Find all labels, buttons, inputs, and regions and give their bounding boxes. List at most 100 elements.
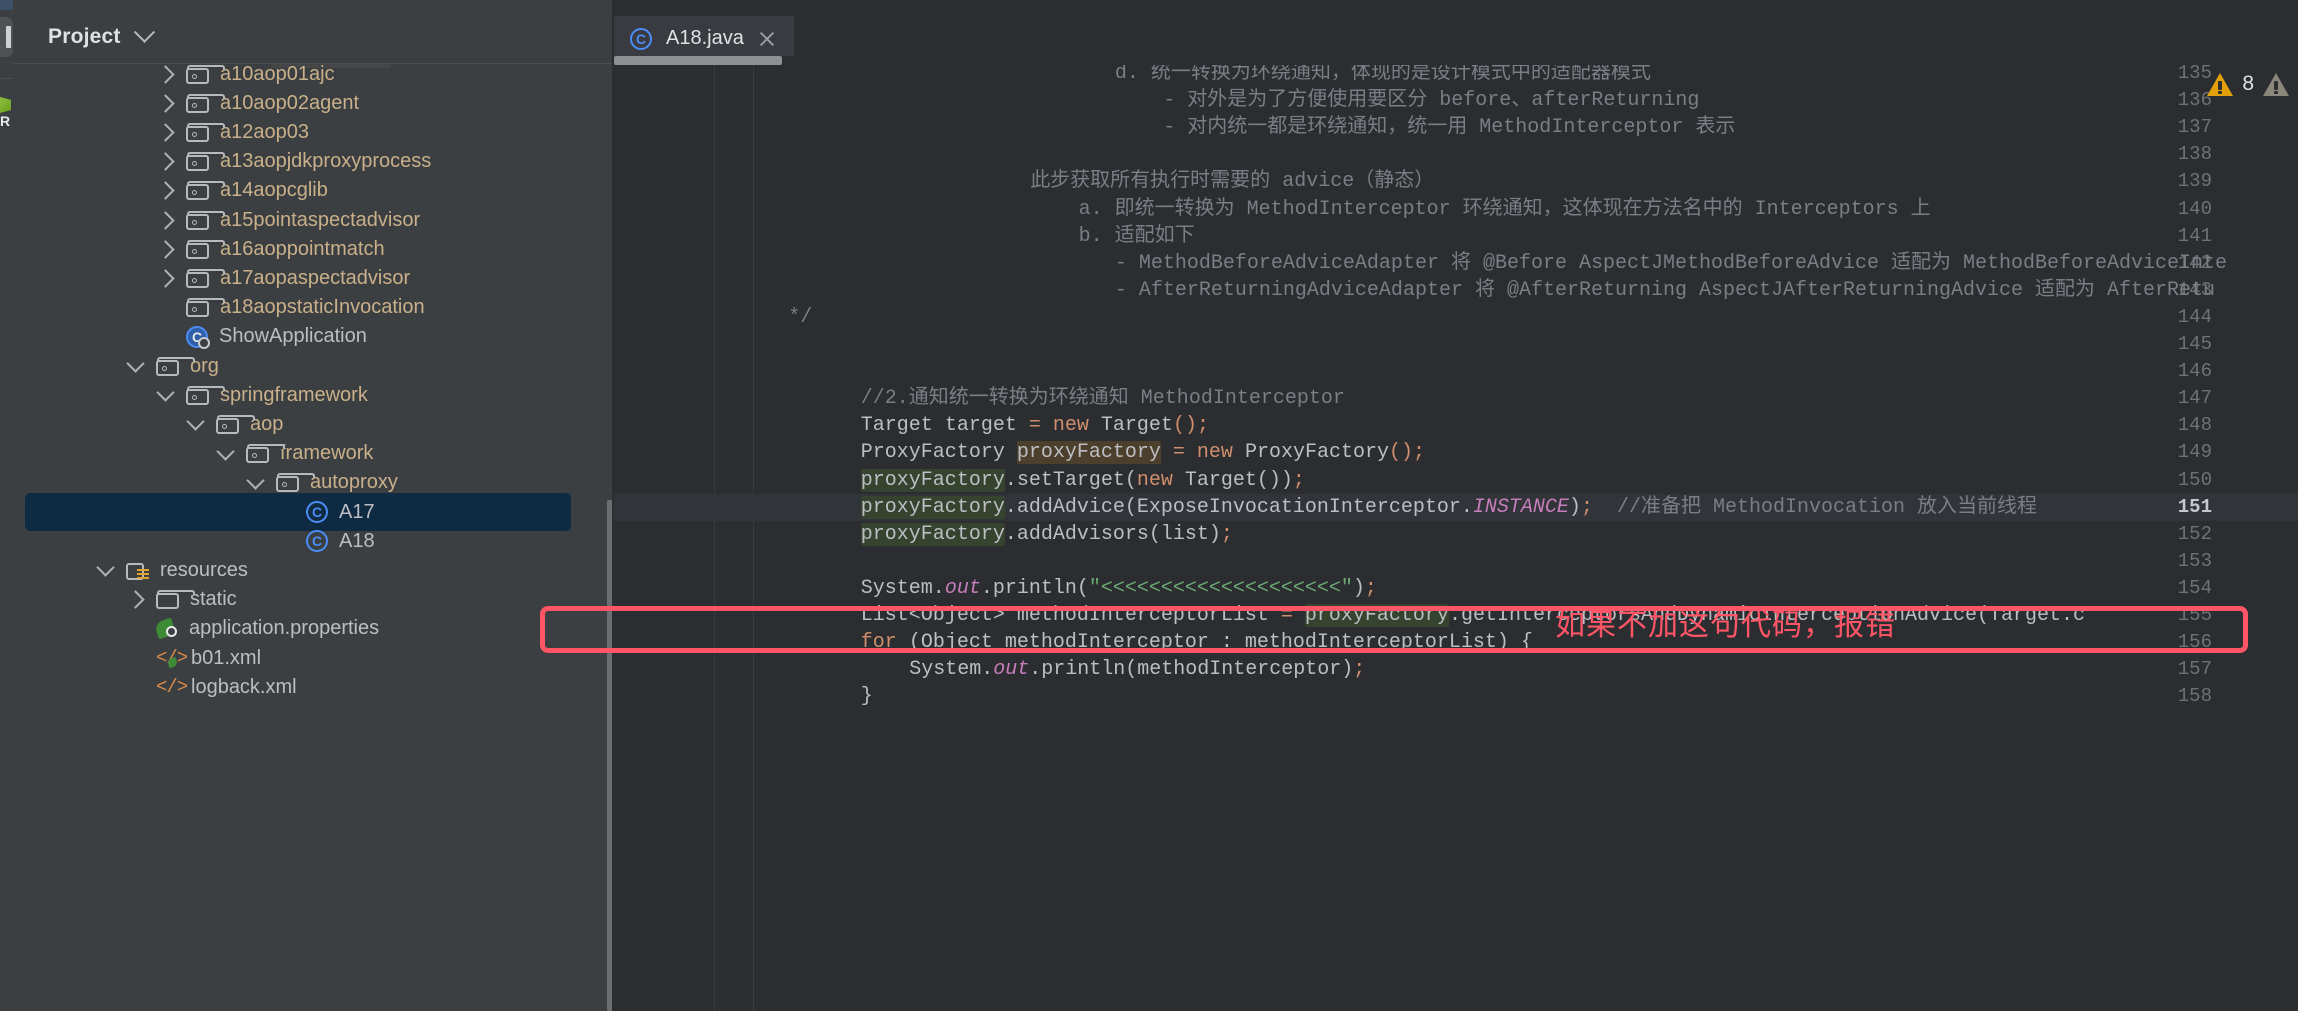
code-line[interactable]: List<Object> methodInterceptorList = pro… xyxy=(861,602,2085,629)
tree-item-label: a12aop03 xyxy=(220,120,309,143)
code-line[interactable]: d. 统一转换为环绕通知，体现的是设计模式中的适配器模式 xyxy=(1115,65,1651,87)
tree-item-label: a16aoppointmatch xyxy=(220,237,385,260)
code-line[interactable]: a. 即统一转换为 MethodInterceptor 环绕通知，这体现在方法名… xyxy=(1079,196,1931,223)
line-number[interactable]: 152 xyxy=(2152,521,2212,548)
warning-triangle-yellow-icon xyxy=(2207,72,2234,96)
code-line[interactable]: b. 适配如下 xyxy=(1079,223,1195,250)
tree-item-logback-xml[interactable]: </> logback.xml xyxy=(13,668,614,706)
chevron-right-icon[interactable] xyxy=(126,590,145,609)
tree-item-label: logback.xml xyxy=(191,675,297,698)
resources-folder-icon xyxy=(126,561,149,580)
code-line[interactable]: - MethodBeforeAdviceAdapter 将 @Before As… xyxy=(1115,250,2227,277)
chevron-down-icon[interactable] xyxy=(126,354,145,373)
line-number[interactable]: 148 xyxy=(2152,412,2212,439)
chevron-down-icon[interactable] xyxy=(96,558,115,578)
chevron-right-icon[interactable] xyxy=(156,93,175,113)
tree-arrow-placeholder xyxy=(279,535,292,548)
chevron-right-icon[interactable] xyxy=(156,239,175,259)
line-number[interactable]: 138 xyxy=(2152,141,2212,168)
line-number[interactable]: 139 xyxy=(2152,168,2212,195)
code-line[interactable]: System.out.println(methodInterceptor); xyxy=(909,656,1365,683)
line-number[interactable]: 153 xyxy=(2152,548,2212,575)
chevron-down-icon[interactable] xyxy=(133,21,155,43)
code-editor[interactable]: 135 d. 统一转换为环绕通知，体现的是设计模式中的适配器模式 136 - 对外是为… xyxy=(614,65,2298,1011)
line-number[interactable]: 146 xyxy=(2152,358,2212,385)
strip-letter: R xyxy=(0,113,11,129)
chevron-right-icon[interactable] xyxy=(156,152,175,171)
code-line[interactable]: //2.通知统一转换为环绕通知 MethodInterceptor xyxy=(861,385,1345,412)
inspection-widget[interactable]: 8 xyxy=(2207,72,2298,96)
line-number[interactable]: 136 xyxy=(2152,87,2212,114)
package-folder-icon xyxy=(186,210,225,230)
tree-arrow-placeholder xyxy=(129,622,142,635)
tree-item-label: ShowApplication xyxy=(219,325,367,348)
editor-tab-label: A18.java xyxy=(666,27,744,49)
project-tree[interactable]: a10aop01ajc a10aop02agent a12aop03 a13aopjd… xyxy=(13,64,614,1011)
line-number[interactable]: 151 xyxy=(2152,494,2212,521)
titlebar-sliver xyxy=(0,0,13,10)
spring-properties-icon xyxy=(153,617,178,640)
left-tool-strip: R xyxy=(0,0,13,1011)
project-panel-header[interactable]: Project xyxy=(13,10,614,63)
package-folder-icon xyxy=(246,444,285,464)
line-number[interactable]: 150 xyxy=(2152,467,2212,494)
tree-arrow-placeholder xyxy=(129,652,142,665)
code-line[interactable]: - 对外是为了方便使用要区分 before、afterReturning xyxy=(1163,87,1699,114)
chevron-right-icon[interactable] xyxy=(156,123,175,142)
code-line[interactable]: 此步获取所有执行时需要的 advice（静态） xyxy=(1030,168,1434,195)
close-icon[interactable] xyxy=(758,30,776,48)
tree-item-label: A18 xyxy=(339,529,375,552)
editor-horizontal-scrollbar[interactable] xyxy=(614,56,2298,65)
line-number[interactable]: 157 xyxy=(2152,656,2212,683)
code-line[interactable]: } xyxy=(861,683,873,710)
line-number[interactable]: 144 xyxy=(2152,304,2212,331)
line-number[interactable]: 158 xyxy=(2152,683,2212,710)
chevron-right-icon[interactable] xyxy=(156,181,175,200)
tree-item-label: aop xyxy=(250,412,284,435)
chevron-down-icon[interactable] xyxy=(246,471,265,490)
editor-gutter[interactable] xyxy=(614,65,755,1011)
code-line[interactable]: for (Object methodInterceptor : methodIn… xyxy=(861,629,1533,656)
tree-item-label: a17aopaspectadvisor xyxy=(220,266,411,289)
chevron-right-icon[interactable] xyxy=(156,269,175,288)
java-class-icon: C xyxy=(306,501,328,523)
chevron-down-icon[interactable] xyxy=(186,412,205,432)
code-line[interactable]: proxyFactory.setTarget(new Target()); xyxy=(860,467,1305,494)
line-number[interactable]: 155 xyxy=(2152,602,2212,629)
code-line[interactable]: ProxyFactory proxyFactory = new ProxyFac… xyxy=(861,439,1425,466)
line-number[interactable]: 140 xyxy=(2152,196,2212,223)
line-number[interactable]: 149 xyxy=(2152,439,2212,466)
tree-item-label: a18aopstaticInvocation xyxy=(220,296,425,319)
package-folder-icon xyxy=(186,93,225,113)
line-number[interactable]: 135 xyxy=(2152,65,2212,87)
chevron-down-icon[interactable] xyxy=(216,441,235,461)
line-number[interactable]: 141 xyxy=(2152,223,2212,250)
code-line[interactable]: - 对内统一都是环绕通知，统一用 MethodInterceptor 表示 xyxy=(1163,114,1735,141)
code-line[interactable]: Target target = new Target(); xyxy=(861,412,1209,439)
tree-item-label: a15pointaspectadvisor xyxy=(220,208,421,231)
line-number[interactable]: 137 xyxy=(2152,114,2212,141)
tool-window-handle[interactable] xyxy=(0,17,13,57)
editor-area: C A18.java 135 d. 统一转换为环绕通知，体现的是设计模式中的适配器… xyxy=(614,0,2298,1011)
line-number[interactable]: 145 xyxy=(2152,331,2212,358)
line-number[interactable]: 156 xyxy=(2152,629,2212,656)
code-line[interactable]: - AfterReturningAdviceAdapter 将 @AfterRe… xyxy=(1115,277,2215,304)
code-line[interactable]: proxyFactory.addAdvice(ExposeInvocationI… xyxy=(860,494,2037,521)
tree-item-label: framework xyxy=(280,442,374,465)
warning-triangle-grey-icon xyxy=(2263,72,2289,96)
scrollbar-thumb[interactable] xyxy=(614,56,782,65)
tree-item-label: a10aop01ajc xyxy=(220,64,335,85)
chevron-right-icon[interactable] xyxy=(156,64,175,84)
tree-arrow-placeholder xyxy=(129,681,142,694)
java-class-icon: C xyxy=(630,27,652,50)
tree-arrow-placeholder xyxy=(279,506,292,519)
code-line[interactable]: System.out.println("<<<<<<<<<<<<<<<<<<<<… xyxy=(861,575,1377,602)
chevron-right-icon[interactable] xyxy=(156,210,175,230)
chevron-down-icon[interactable] xyxy=(156,383,175,402)
code-line[interactable]: */ xyxy=(788,304,812,331)
line-number[interactable]: 147 xyxy=(2152,385,2212,412)
code-line[interactable]: proxyFactory.addAdvisors(list); xyxy=(860,521,1233,548)
line-number[interactable]: 154 xyxy=(2152,575,2212,602)
package-folder-icon xyxy=(186,239,225,259)
spring-xml-icon: </> xyxy=(156,648,188,669)
